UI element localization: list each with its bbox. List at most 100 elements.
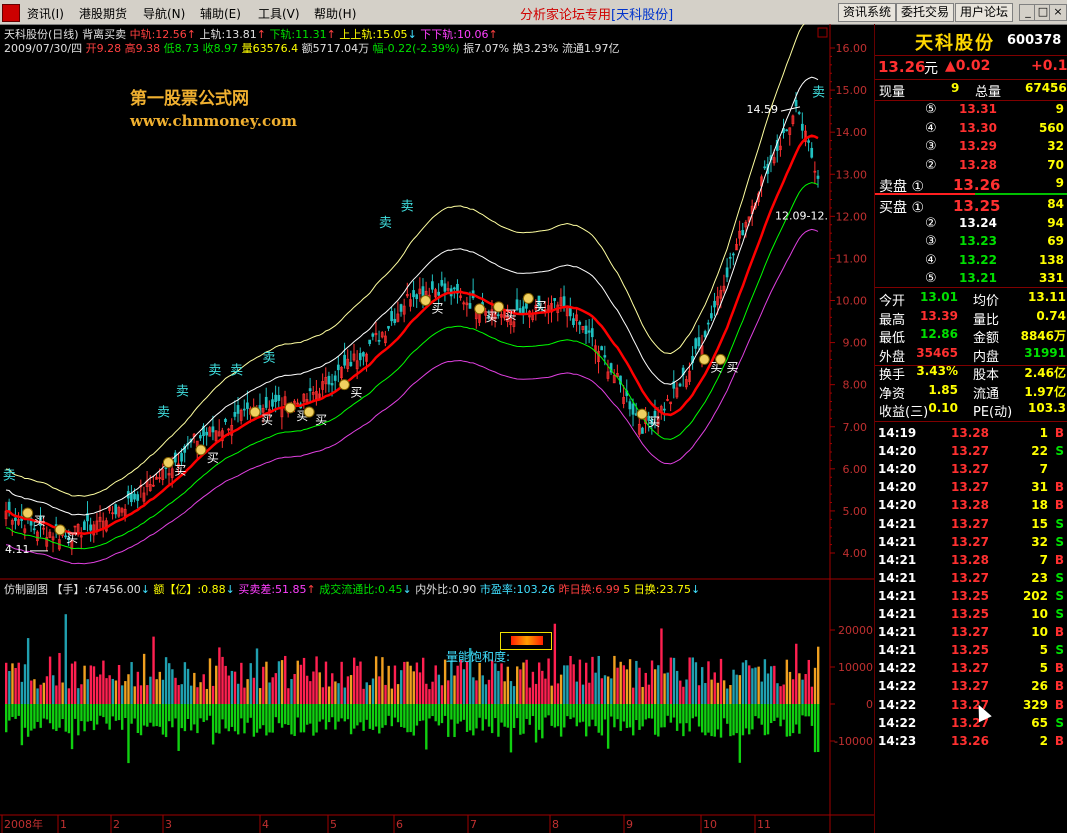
- sell-signal-label: 卖: [379, 216, 392, 231]
- stat-value: 13.11: [1028, 290, 1066, 304]
- tick-row: 14:22 13.27 26 B: [875, 677, 1067, 695]
- candle-body: [810, 147, 814, 158]
- volume-bar-up: [77, 688, 80, 704]
- volume-bar-down: [337, 704, 340, 722]
- tick-price: 13.26: [951, 733, 989, 748]
- candle-body: [368, 339, 372, 344]
- upper2-band-line: [5, 24, 805, 497]
- stat-value: 1.97亿: [1024, 384, 1066, 399]
- buy-signal-icon: [162, 457, 174, 469]
- volume-bar-down: [519, 704, 522, 735]
- volume-bar-down: [374, 704, 378, 727]
- volume-bar-down: [274, 704, 278, 718]
- buy-level-row[interactable]: ④ 13.22 138: [875, 253, 1067, 271]
- volume-bar-down: [735, 704, 738, 734]
- close-icon[interactable]: ×: [1049, 4, 1067, 21]
- bar-low: 低8.73: [163, 42, 200, 55]
- volume-bar-down: [293, 704, 296, 736]
- stat-label: 内盘: [973, 349, 1000, 365]
- sell-level-row[interactable]: ③ 13.29 32: [875, 139, 1067, 157]
- sub-ratio: 成交流通比:0.45: [319, 583, 403, 596]
- menu-hk-futures[interactable]: 港股期货: [79, 5, 127, 22]
- volume-bar-down: [760, 704, 763, 725]
- candle-body: [242, 408, 246, 411]
- volume-bar-down: [362, 704, 365, 731]
- tick-time: 14:22: [878, 679, 917, 694]
- menu-assist[interactable]: 辅助(E): [200, 5, 241, 22]
- tick-time: 14:19: [878, 426, 917, 440]
- candle-body: [330, 383, 334, 386]
- current-vol: 9: [951, 81, 960, 95]
- bar-float: 流通1.97亿: [561, 42, 620, 55]
- volume-bar-down: [431, 704, 434, 717]
- menu-info[interactable]: 资讯(I): [27, 5, 64, 22]
- volume-bar-up: [224, 665, 227, 704]
- trade-button[interactable]: 委托交易: [896, 3, 955, 22]
- stat-value: 13.01: [920, 290, 958, 304]
- tick-price: 13.25: [951, 588, 989, 603]
- stat-value: 0.10: [928, 401, 958, 415]
- sub-yest: 昨日换:6.99: [558, 583, 620, 596]
- sell-level-row[interactable]: ④ 13.30 560: [875, 121, 1067, 139]
- menu-tools[interactable]: 工具(V): [258, 5, 300, 22]
- tick-row: 14:19 13.28 1 B: [875, 424, 1067, 442]
- price-axis-label: 10.00: [836, 295, 868, 308]
- volume-bar-up: [205, 688, 209, 704]
- candle-body: [452, 287, 456, 290]
- sub-chart-info-line: 仿制副图 【手】:67456.00↓ 额【亿】:0.88↓ 买卖差:51.85↑…: [4, 583, 701, 596]
- tick-side: B: [1054, 679, 1064, 694]
- stat-value: 1.85: [928, 382, 958, 397]
- volume-bar-up: [537, 662, 541, 704]
- menu-navigate[interactable]: 导航(N): [143, 5, 185, 22]
- volume-bar-down: [199, 704, 202, 719]
- info-system-button[interactable]: 资讯系统: [838, 3, 897, 22]
- volume-bar-down: [744, 704, 748, 729]
- volume-bar-up: [274, 673, 278, 704]
- volume-bar-down: [406, 704, 409, 733]
- title-stock: [天科股份]: [611, 8, 674, 23]
- volume-bar-down: [5, 704, 8, 733]
- price-axis-label: 4.00: [843, 547, 868, 560]
- bar-volume: 量63576.4: [241, 42, 299, 55]
- buy-level-row[interactable]: ③ 13.23 69: [875, 234, 1067, 252]
- volume-bar-up: [425, 683, 428, 704]
- volume-bar-down: [707, 704, 710, 733]
- volume-bar-up: [556, 683, 560, 704]
- buy-level-row[interactable]: 买盘 ① 13.25 84: [875, 197, 1067, 216]
- volume-bar-up: [400, 670, 403, 704]
- volume-bar-down: [606, 704, 610, 749]
- volume-bar-down: [42, 704, 46, 719]
- volume-bar-up: [327, 686, 331, 704]
- volume-bar-up: [58, 652, 61, 704]
- tick-price: 13.27: [951, 679, 989, 694]
- volume-bar-up: [553, 623, 557, 704]
- buy-signal-label: 买: [350, 386, 362, 400]
- kline-chart[interactable]: 16.0015.0014.0013.0012.0011.0010.009.008…: [0, 24, 874, 833]
- sell-level-row[interactable]: ⑤ 13.31 9: [875, 102, 1067, 120]
- menu-help[interactable]: 帮助(H): [314, 5, 356, 22]
- candle-body: [603, 355, 607, 358]
- panel-toggle-icon: [817, 27, 828, 38]
- volume-bar-down: [795, 704, 798, 725]
- tick-volume: 329: [1022, 697, 1048, 712]
- buy-volume: 94: [1047, 215, 1064, 230]
- high-price-label: 14.59: [747, 103, 779, 116]
- volume-bar-up: [506, 666, 510, 704]
- volume-bar-up: [647, 684, 651, 704]
- volume-bar-down: [221, 704, 224, 720]
- sell-level-row[interactable]: 卖盘 ① 13.26 9: [875, 176, 1067, 195]
- candle-body: [308, 388, 312, 392]
- volume-bar-down: [133, 704, 136, 719]
- volume-bar-down: [459, 704, 462, 722]
- volume-bar-up: [55, 685, 58, 704]
- sell-level-row[interactable]: ② 13.28 70: [875, 158, 1067, 176]
- volume-bar-up: [516, 666, 519, 704]
- volume-bar-down: [368, 704, 372, 729]
- buy-signal-icon: [698, 353, 710, 365]
- buy-level-row[interactable]: ② 13.24 94: [875, 216, 1067, 234]
- time-axis-label: 2: [113, 818, 120, 831]
- price-axis-label: 16.00: [836, 42, 868, 55]
- forum-button[interactable]: 用户论坛: [955, 3, 1014, 22]
- volume-bar-up: [534, 683, 538, 704]
- sell-price: 13.29: [959, 139, 997, 154]
